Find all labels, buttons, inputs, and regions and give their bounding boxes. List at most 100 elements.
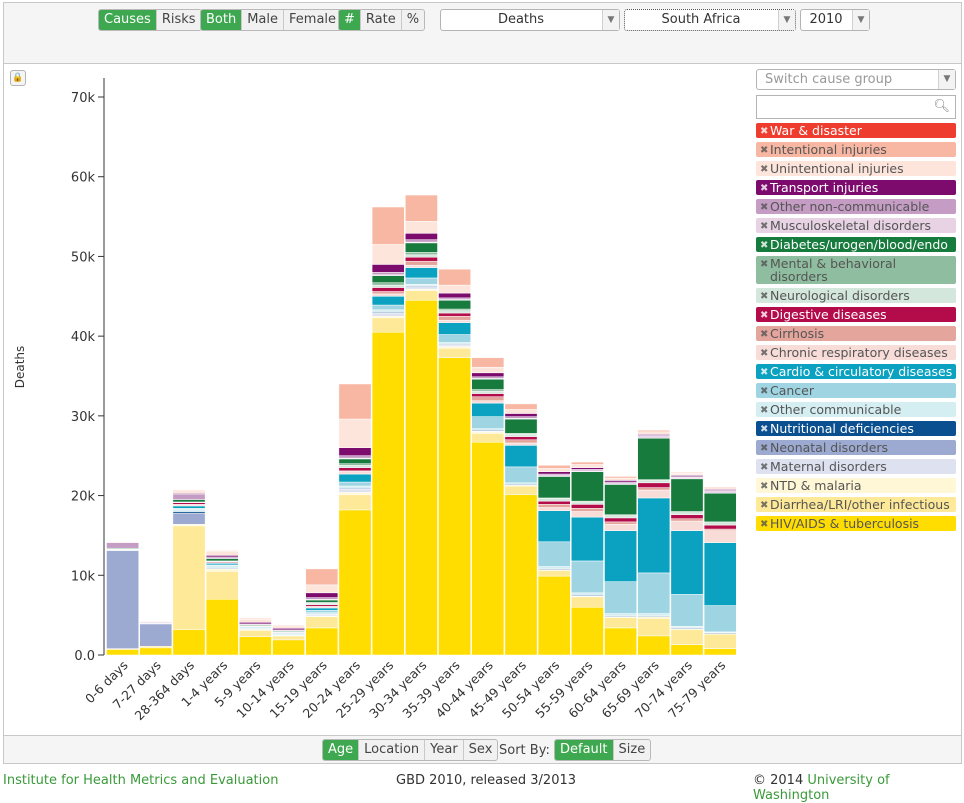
bar-segment <box>637 480 671 484</box>
bar-segment <box>405 242 438 253</box>
bar-segment <box>371 291 405 295</box>
bar-segment <box>371 282 405 286</box>
bar-segment <box>106 541 139 543</box>
footer-copyright: © 2014 University of Washington <box>753 773 964 803</box>
bar-segment <box>604 476 637 479</box>
bar-segment <box>504 418 538 434</box>
bar-segment <box>670 629 704 645</box>
bar-segment <box>172 508 206 512</box>
bar-segment <box>637 482 671 488</box>
bar-segment <box>172 499 206 503</box>
bar-segment <box>438 292 471 299</box>
bar-segment <box>471 357 505 368</box>
bar-segment <box>571 516 604 562</box>
bar-segment <box>405 252 438 256</box>
bar-segment <box>405 256 438 262</box>
y-tick-label: 50k <box>71 250 96 265</box>
bar-segment <box>504 403 538 410</box>
bar-segment <box>405 239 438 243</box>
bar-segment <box>172 493 206 500</box>
bar-segment <box>371 309 405 313</box>
bar-segment <box>703 634 737 649</box>
bar-segment <box>239 618 272 623</box>
bar-segment <box>239 630 272 637</box>
bar-segment <box>571 511 604 518</box>
footer-release: GBD 2010, released 3/2013 <box>396 773 577 788</box>
bar-segment <box>703 486 737 488</box>
bar-segment <box>537 575 571 656</box>
bar-segment <box>471 378 505 390</box>
bar-segment <box>571 560 604 594</box>
bar-segment <box>637 497 671 574</box>
bar-segment <box>571 508 604 512</box>
bar-segment <box>239 618 272 620</box>
bar-segment <box>205 571 239 600</box>
bar-segment <box>371 206 405 245</box>
bar-segment <box>305 610 339 614</box>
bar-segment <box>537 510 571 543</box>
bar-segment <box>172 525 206 630</box>
bar-segment <box>371 272 405 276</box>
bar-segment <box>604 521 637 525</box>
bar-segment <box>205 565 239 569</box>
bar-segment <box>106 550 139 649</box>
bar-segment <box>338 509 372 656</box>
bar-segment <box>504 436 538 441</box>
bar-segment <box>305 584 339 594</box>
bar-segment <box>272 624 305 627</box>
bar-segment <box>405 264 438 268</box>
bar-segment <box>670 644 704 656</box>
bar-segment <box>106 542 139 549</box>
bar-segment <box>471 402 505 417</box>
bar-segment <box>205 558 239 562</box>
bar-segment <box>703 492 737 523</box>
bar-segment <box>172 489 206 492</box>
bar-segment <box>272 639 305 656</box>
bar-segment <box>338 455 372 459</box>
bar-segment <box>571 596 604 608</box>
bar-segment <box>637 572 671 614</box>
bar-segment <box>338 383 372 420</box>
bar-segment <box>371 296 405 306</box>
bar-segment <box>604 617 637 629</box>
bar-segment <box>670 472 704 474</box>
bar-segment <box>571 504 604 509</box>
bar-segment <box>670 478 704 512</box>
bar-segment <box>537 507 571 511</box>
bar-segment <box>172 512 206 525</box>
bar-segment <box>438 268 471 286</box>
bar-segment <box>471 393 505 397</box>
bar-segment <box>438 315 471 321</box>
bar-segment <box>537 570 571 577</box>
bar-segment <box>637 429 671 433</box>
bar-segment <box>504 494 538 656</box>
bar-segment <box>504 466 538 484</box>
bar-segment <box>371 264 405 273</box>
bar-segment <box>205 550 239 552</box>
bar-segment <box>604 613 637 617</box>
bar-segment <box>670 514 704 519</box>
bar-segment <box>604 627 637 656</box>
bar-segment <box>371 312 405 317</box>
bar-segment <box>305 599 339 603</box>
bar-segment <box>471 433 505 443</box>
footer-ihme-link[interactable]: Institute for Health Metrics and Evaluat… <box>3 773 278 788</box>
bar-segment <box>205 551 239 556</box>
bar-segment <box>305 616 339 629</box>
bar-segment <box>637 613 671 617</box>
bar-segment <box>637 437 671 480</box>
bar-segment <box>205 568 239 572</box>
bar-segment <box>537 465 571 469</box>
bar-segment <box>305 627 339 656</box>
y-tick-label: 30k <box>71 410 96 425</box>
bar-segment <box>338 494 372 511</box>
bar-segment <box>371 304 405 311</box>
bar-segment <box>471 441 505 656</box>
bar-segment <box>537 504 571 508</box>
bar-segment <box>338 488 372 493</box>
bar-segment <box>405 277 438 285</box>
bar-segment <box>571 461 604 465</box>
bar-segment <box>471 396 505 401</box>
bar-segment <box>703 542 737 606</box>
bar-segment <box>338 485 372 489</box>
